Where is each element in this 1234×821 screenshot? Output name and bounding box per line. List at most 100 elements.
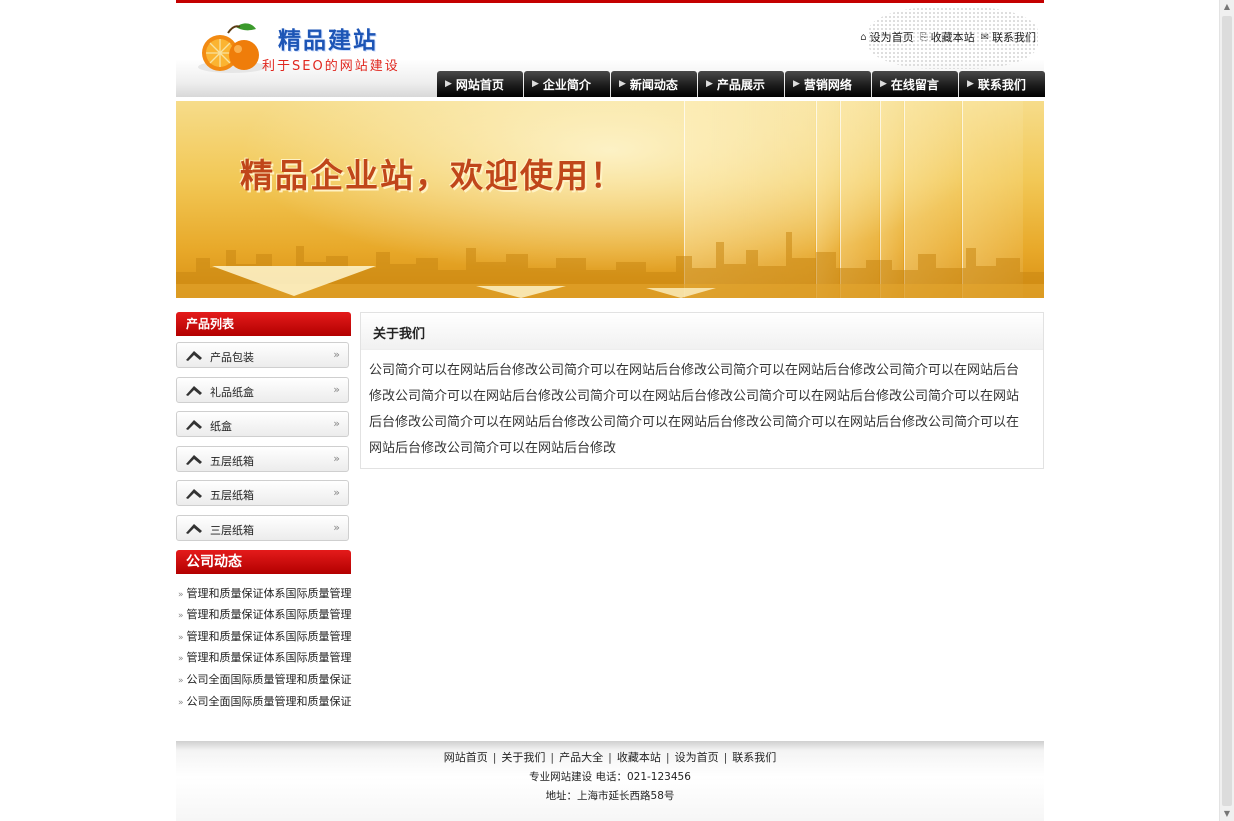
product-category-item[interactable]: 五层纸箱 » [176,445,349,472]
footer-link-set-homepage[interactable]: 设为首页 [675,751,719,764]
scrollbar-thumb[interactable] [1222,16,1232,806]
nav-label: 联系我们 [977,77,1026,92]
news-item[interactable]: » 管理和质量保证体系国际质量管理 [176,628,352,650]
nav-label: 营销网络 [803,77,852,92]
main-nav: ▶ 网站首页 ▶ 企业简介 ▶ 新闻动态 ▶ 产品展示 ▶ 营销网络 ▶ 在线留言 ▶ 联系我… [437,71,1045,97]
nav-item-news[interactable]: ▶ 新闻动态 [611,71,697,97]
footer-link-contact[interactable]: 联系我们 [732,751,776,764]
news-title: 管理和质量保证体系国际质量管理 [186,651,352,665]
nav-item-guestbook[interactable]: ▶ 在线留言 [872,71,958,97]
product-category-list: 产品包装 » 礼品纸盒 » 纸盒 » 五层纸箱 » 五层纸箱 » 三层纸箱 » [176,336,351,541]
nav-item-network[interactable]: ▶ 营销网络 [785,71,871,97]
logo-title[interactable]: 精品建站 [278,21,378,55]
news-title: 管理和质量保证体系国际质量管理 [186,608,352,622]
footer-contact-line: 专业网站建设 电话：021-123456 [529,771,691,783]
site-footer: 网站首页 | 关于我们 | 产品大全 | 收藏本站 | 设为首页 | 联系我们 专业网站建设 电话：… [176,741,1044,821]
sidebar: 产品列表 产品包装 » 礼品纸盒 » 纸盒 » 五层纸箱 » 五层纸箱 » 三层… [176,312,352,715]
pen-icon [186,351,202,361]
product-category-item[interactable]: 三层纸箱 » [176,514,349,541]
footer-link-about[interactable]: 关于我们 [501,751,545,764]
company-news-list: » 管理和质量保证体系国际质量管理 » 管理和质量保证体系国际质量管理 » 管理和质量… [176,574,352,715]
orange-logo-icon [198,23,266,73]
site-header: 精品建站 利于SEO的网站建设 ⌂ 设为首页 ⎘ 收藏本站 ✉ 联系我们 ▶ 网站… [176,3,1045,97]
arrow-right-icon: ▶ [706,79,713,89]
product-category-label: 五层纸箱 [210,454,254,468]
news-item[interactable]: » 管理和质量保证体系国际质量管理 [176,649,352,671]
news-item[interactable]: » 管理和质量保证体系国际质量管理 [176,585,352,607]
product-category-label: 五层纸箱 [210,489,254,503]
footer-separator: | [492,751,497,764]
news-title: 公司全面国际质量管理和质量保证 [186,672,352,686]
footer-links: 网站首页 | 关于我们 | 产品大全 | 收藏本站 | 设为首页 | 联系我们 [176,749,1044,765]
double-arrow-icon: » [178,632,184,643]
arrow-right-icon: ▶ [967,79,974,89]
pen-icon [186,523,202,534]
footer-separator: | [665,751,670,764]
product-category-item[interactable]: 礼品纸盒 » [176,376,349,403]
scroll-down-icon[interactable]: ▼ [1220,807,1234,821]
arrow-right-icon: ▶ [880,79,887,89]
double-arrow-icon: » [178,675,184,686]
footer-link-bookmark[interactable]: 收藏本站 [617,751,661,764]
nav-item-contact[interactable]: ▶ 联系我们 [959,71,1045,97]
double-arrow-icon: » [178,589,184,600]
home-icon: ⌂ [860,31,867,43]
vertical-scrollbar[interactable]: ▲ ▼ [1219,0,1234,821]
top-link-contact[interactable]: ✉ 联系我们 [981,29,1036,45]
double-chevron-icon: » [333,451,340,465]
arrow-right-icon: ▶ [619,79,626,89]
contact-icon: ✉ [980,31,989,43]
nav-label: 产品展示 [716,77,765,92]
nav-label: 新闻动态 [629,77,678,92]
product-category-label: 礼品纸盒 [210,385,254,399]
news-item[interactable]: » 管理和质量保证体系国际质量管理 [176,606,352,628]
scroll-up-icon[interactable]: ▲ [1220,0,1234,14]
double-chevron-icon: » [333,382,340,396]
nav-label: 在线留言 [890,77,939,92]
product-category-item[interactable]: 纸盒 » [176,411,349,438]
nav-item-about[interactable]: ▶ 企业简介 [524,71,610,97]
double-arrow-icon: » [178,697,184,708]
top-link-label: 设为首页 [869,31,914,44]
top-link-label: 收藏本站 [930,31,975,44]
footer-link-products[interactable]: 产品大全 [559,751,603,764]
double-arrow-icon: » [178,654,184,665]
product-category-item[interactable]: 五层纸箱 » [176,480,349,507]
nav-label: 企业简介 [542,77,591,92]
hero-banner: 精品企业站，欢迎使用！ [176,101,1044,298]
footer-link-home[interactable]: 网站首页 [444,751,488,764]
arrow-right-icon: ▶ [793,79,800,89]
nav-item-products[interactable]: ▶ 产品展示 [698,71,784,97]
news-title: 管理和质量保证体系国际质量管理 [186,586,352,600]
city-skyline-image [176,232,1044,298]
arrow-right-icon: ▶ [532,79,539,89]
double-chevron-icon: » [333,520,340,534]
footer-address-line: 地址：上海市延长西路58号 [545,790,675,802]
about-us-header: 关于我们 [361,313,1043,350]
product-category-item[interactable]: 产品包装 » [176,342,349,368]
news-item[interactable]: » 公司全面国际质量管理和质量保证 [176,693,352,715]
product-category-label: 纸盒 [210,420,232,434]
footer-separator: | [723,751,728,764]
about-us-content: 公司简介可以在网站后台修改公司简介可以在网站后台修改公司简介可以在网站后台修改公… [369,363,1020,456]
news-title: 公司全面国际质量管理和质量保证 [186,694,352,708]
company-news-heading: 公司动态 [176,549,351,574]
pen-icon [186,454,202,465]
double-chevron-icon: » [333,417,340,431]
pen-icon [186,420,202,431]
top-link-label: 联系我们 [992,31,1036,44]
top-link-set-homepage[interactable]: ⌂ 设为首页 [860,29,913,45]
top-link-bookmark[interactable]: ⎘ 收藏本站 [920,29,975,45]
nav-item-home[interactable]: ▶ 网站首页 [437,71,523,97]
footer-separator: | [550,751,555,764]
nav-label: 网站首页 [455,77,504,92]
favorites-icon: ⎘ [919,31,928,43]
about-us-panel: 关于我们 公司简介可以在网站后台修改公司简介可以在网站后台修改公司简介可以在网站… [360,312,1044,469]
double-arrow-icon: » [178,611,184,622]
footer-separator: | [608,751,612,764]
product-list-heading: 产品列表 [176,312,351,336]
double-chevron-icon: » [333,348,340,361]
about-us-title: 关于我们 [373,327,426,342]
banner-slogan: 精品企业站，欢迎使用！ [240,156,625,195]
news-item[interactable]: » 公司全面国际质量管理和质量保证 [176,671,352,693]
